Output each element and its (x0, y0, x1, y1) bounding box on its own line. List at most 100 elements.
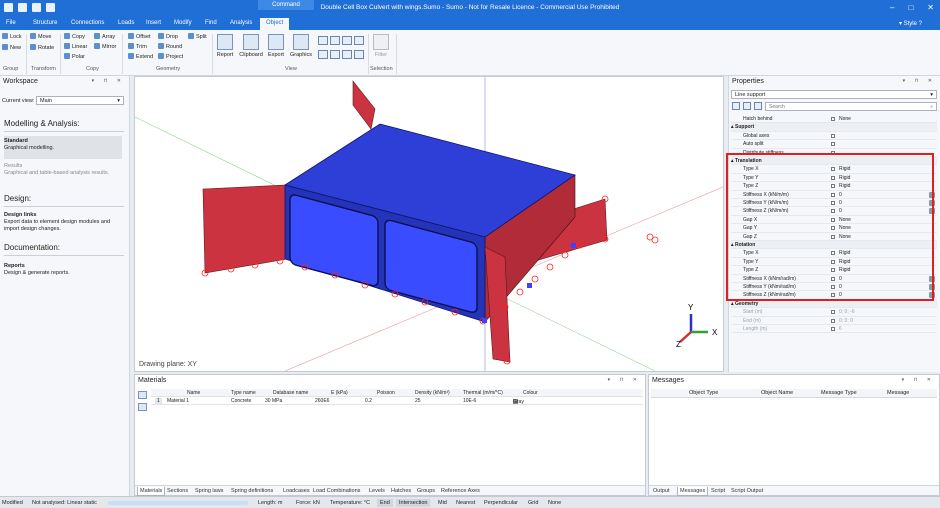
array-button[interactable]: Array (94, 33, 115, 40)
add-material-icon[interactable] (138, 391, 147, 399)
view-shade-icon[interactable] (354, 50, 364, 59)
round-button[interactable]: Round (158, 43, 182, 50)
view-wire-icon[interactable] (318, 50, 328, 59)
extend-button[interactable]: Extend (128, 53, 153, 60)
snap-end[interactable]: End (377, 499, 393, 507)
categorize-icon[interactable] (732, 102, 740, 110)
tab-load-combinations[interactable]: Load Combinations (311, 487, 362, 495)
tab-output[interactable]: Output (651, 487, 672, 495)
snap-none[interactable]: None (548, 500, 561, 506)
property-row[interactable]: Global axes (731, 132, 937, 141)
tab-reference-axes[interactable]: Reference Axes (439, 487, 482, 495)
back-wing-wall[interactable] (352, 80, 376, 130)
polar-button[interactable]: Polar (64, 53, 85, 60)
graphics-button[interactable]: Graphics (288, 34, 314, 58)
linear-button[interactable]: Linear (64, 43, 87, 50)
property-row[interactable]: Start (m) 0; 0; -6 (731, 308, 937, 317)
sort-icon[interactable] (743, 102, 751, 110)
property-checkbox[interactable] (831, 318, 835, 323)
cell-type-name[interactable]: Concrete (231, 398, 251, 404)
panel-controls[interactable]: ▾ ⊓ ✕ (92, 78, 125, 84)
split-button[interactable]: Split (188, 33, 207, 40)
property-row[interactable]: Length (m) 6 (731, 325, 937, 334)
menu-insert[interactable]: Insert (146, 20, 161, 26)
collapse-icon[interactable]: ▴ (731, 301, 734, 307)
export-button[interactable]: Export (266, 34, 286, 58)
maximize-icon[interactable]: □ (908, 3, 913, 12)
property-category[interactable]: ▴ Support (731, 123, 937, 132)
tab-hatches[interactable]: Hatches (389, 487, 413, 495)
filter-icon[interactable] (754, 102, 762, 110)
offset-button[interactable]: Offset (128, 33, 151, 40)
cell-e[interactable]: 260E6 (315, 398, 329, 404)
cell-name[interactable]: Material 1 (167, 398, 189, 404)
close-icon[interactable]: ✕ (927, 3, 934, 12)
menu-structure[interactable]: Structure (33, 20, 57, 26)
length-unit[interactable]: Length: m (258, 500, 282, 506)
view-render-icon[interactable] (342, 50, 352, 59)
edit-material-icon[interactable] (138, 403, 147, 411)
new-group-button[interactable]: New (2, 44, 21, 51)
design-links-item[interactable]: Design links Export data to element desig… (4, 212, 122, 233)
panel-controls[interactable]: ▾ ⊓ ✕ (903, 78, 936, 84)
snap-intersection[interactable]: Intersection (396, 499, 431, 507)
model-viewport[interactable]: Y X Z Drawing plane: XY (134, 76, 726, 372)
table-row[interactable]: 1 Material 1 Concrete 30 MPa 260E6 0.2 2… (151, 397, 643, 405)
property-value[interactable]: 0; 0; 0 (839, 317, 853, 325)
menu-loads[interactable]: Loads (118, 20, 134, 26)
tab-script-output[interactable]: Script Output (729, 487, 765, 495)
current-view-select[interactable]: Main ▾ (36, 96, 124, 105)
menu-analysis[interactable]: Analysis (230, 20, 252, 26)
filter-button[interactable]: Filter (371, 34, 391, 58)
tab-spring-definitions[interactable]: Spring definitions (229, 487, 275, 495)
tab-messages[interactable]: Messages (677, 487, 709, 496)
snap-nearest[interactable]: Nearest (456, 500, 475, 506)
model-canvas[interactable]: Y X Z (134, 77, 726, 372)
drop-button[interactable]: Drop (158, 33, 178, 40)
panel-controls[interactable]: ▾ ⊓ ✕ (902, 377, 935, 383)
temperature-unit[interactable]: Temperature: °C (330, 500, 370, 506)
property-row[interactable]: Auto split (731, 140, 937, 149)
view-top-icon[interactable] (354, 36, 364, 45)
view-side-icon[interactable] (342, 36, 352, 45)
snap-mid[interactable]: Mid (438, 500, 447, 506)
property-checkbox[interactable] (831, 310, 835, 315)
panel-controls[interactable]: ▾ ⊓ ✕ (608, 377, 641, 383)
property-value[interactable]: 6 (839, 325, 842, 333)
tab-sections[interactable]: Sections (165, 487, 190, 495)
menu-connections[interactable]: Connections (71, 20, 104, 26)
property-checkbox[interactable] (831, 133, 835, 138)
tab-script[interactable]: Script (709, 487, 727, 495)
help-icon[interactable]: ? (919, 21, 922, 27)
property-value[interactable]: 0; 0; -6 (839, 308, 855, 316)
force-unit[interactable]: Force: kN (296, 500, 320, 506)
reports-item[interactable]: Reports Design & generate reports. (4, 263, 122, 277)
menu-find[interactable]: Find (205, 20, 217, 26)
cell-thermal[interactable]: 10E-6 (463, 398, 476, 404)
menu-object[interactable]: Object (260, 18, 290, 30)
style-menu[interactable]: ▾ Style ? (899, 20, 922, 27)
menu-modify[interactable]: Modify (174, 20, 192, 26)
tab-spring-laws[interactable]: Spring laws (193, 487, 225, 495)
rotate-button[interactable]: Rotate (30, 44, 54, 51)
trim-button[interactable]: Trim (128, 43, 147, 50)
cell-database-name[interactable]: 30 MPa (265, 398, 282, 404)
property-category[interactable]: ▴ Geometry (731, 299, 937, 309)
snap-grid[interactable]: Grid (528, 500, 538, 506)
view-front-icon[interactable] (330, 36, 340, 45)
copy-button[interactable]: Copy (64, 33, 85, 40)
property-row[interactable]: Hatch behind None (731, 115, 937, 124)
results-view-item[interactable]: Results Graphical and table-based analysi… (4, 163, 122, 177)
object-type-select[interactable]: Line support ▾ (731, 90, 937, 99)
property-value[interactable]: None (839, 115, 851, 123)
project-button[interactable]: Project (158, 53, 183, 60)
property-checkbox[interactable] (831, 327, 835, 331)
left-wing-wall[interactable] (202, 184, 288, 274)
property-search-input[interactable]: Search ⌕ (765, 102, 937, 111)
view-solid-icon[interactable] (330, 50, 340, 59)
property-checkbox[interactable] (831, 142, 835, 147)
cell-density[interactable]: 25 (415, 398, 421, 404)
standard-view-item[interactable]: Standard Graphical modelling. (4, 138, 122, 152)
cell-poisson[interactable]: 0.2 (365, 398, 372, 404)
view-3d-icon[interactable] (318, 36, 328, 45)
